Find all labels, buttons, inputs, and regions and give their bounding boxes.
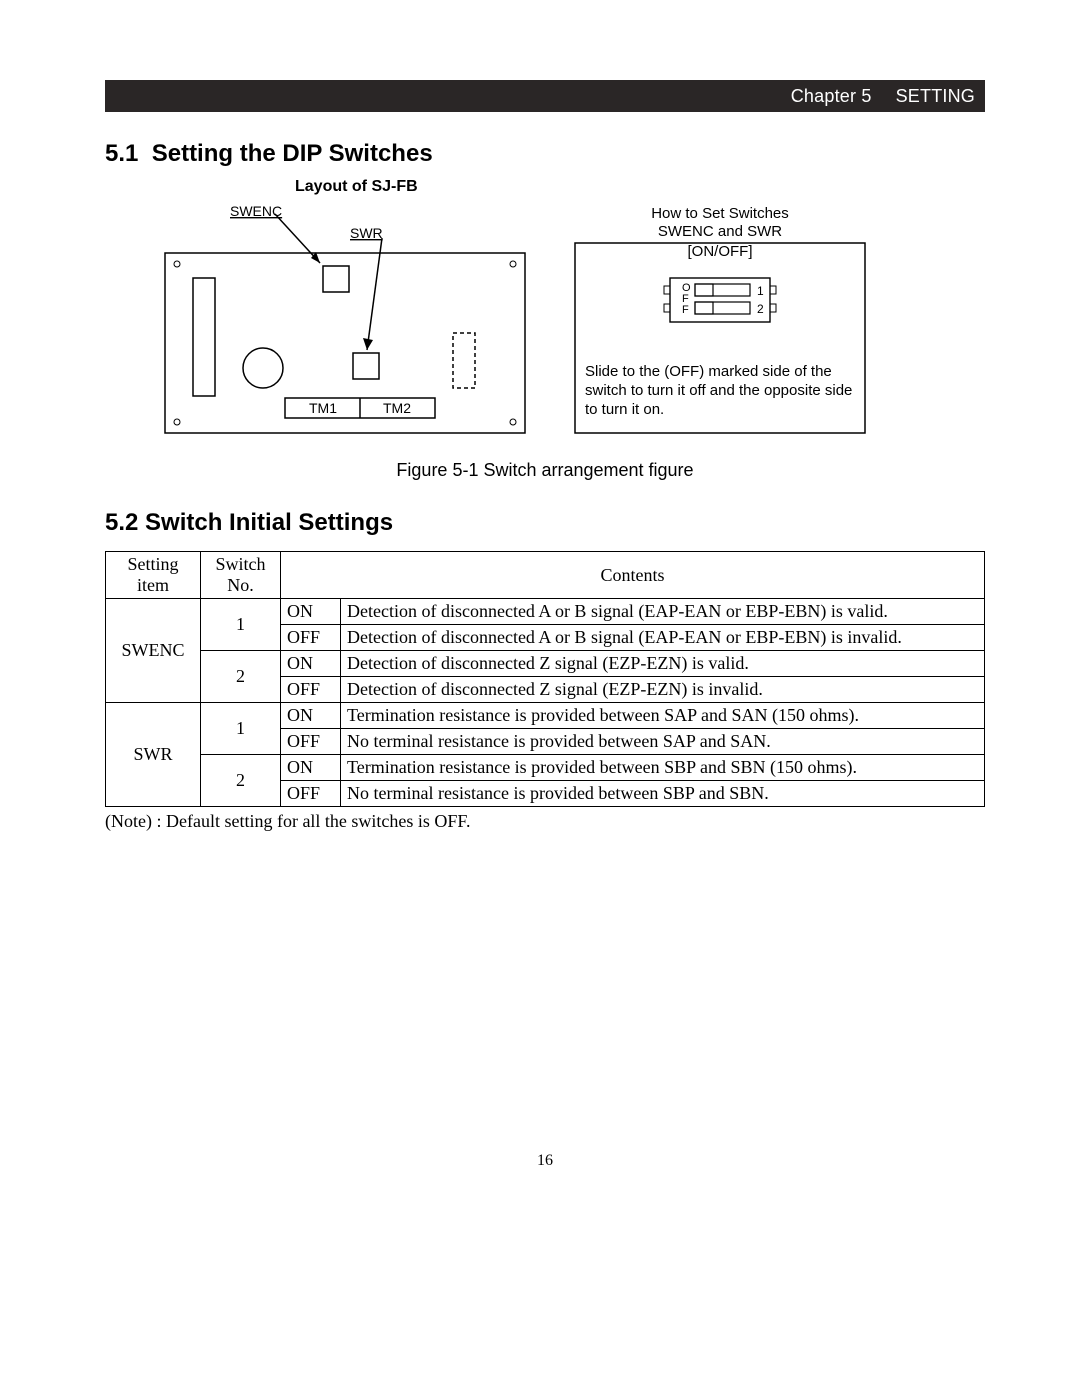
cell-r1-on: Detection of disconnected A or B signal … [341,599,985,625]
howto-l3: [ON/OFF] [688,243,753,260]
cell-swr-2: 2 [201,755,281,807]
cell-on: ON [281,703,341,729]
cell-off: OFF [281,625,341,651]
howto-l2: SWENC and SWR [658,223,782,240]
cell-r2-off: Detection of disconnected Z signal (EZP-… [341,677,985,703]
cell-off: OFF [281,781,341,807]
chapter-label: Chapter 5 [791,86,872,107]
figure-row: SWENC SWR TM1 [105,198,985,448]
th-setting-item: Setting item [106,552,201,599]
cell-on: ON [281,599,341,625]
chapter-title: SETTING [896,86,975,107]
cell-swenc-1: 1 [201,599,281,651]
howto-note: Slide to the (OFF) marked side of the sw… [585,363,855,419]
swenc-label: SWENC [230,203,282,219]
cell-r1-off: Detection of disconnected A or B signal … [341,625,985,651]
cell-swenc-2: 2 [201,651,281,703]
cell-off: OFF [281,729,341,755]
page-number: 16 [105,1152,985,1170]
cell-on: ON [281,755,341,781]
svg-text:1: 1 [757,284,764,298]
howto-l1: How to Set Switches [651,205,789,222]
th-contents: Contents [281,552,985,599]
cell-r2-on: Detection of disconnected Z signal (EZP-… [341,651,985,677]
page-header: Chapter 5 SETTING [105,80,985,112]
cell-on: ON [281,651,341,677]
table-note: (Note) : Default setting for all the swi… [105,811,985,832]
section-5-2-heading: 5.2 Switch Initial Settings [105,509,985,537]
tm2-label: TM2 [383,400,411,416]
tm1-label: TM1 [309,400,337,416]
th-switch-no: Switch No. [201,552,281,599]
cell-swr: SWR [106,703,201,807]
layout-title: Layout of SJ-FB [295,178,985,196]
board-layout-diagram: SWENC SWR TM1 [105,198,565,448]
figure-caption: Figure 5-1 Switch arrangement figure [105,460,985,481]
cell-swenc: SWENC [106,599,201,703]
cell-off: OFF [281,677,341,703]
cell-r3-on: Termination resistance is provided betwe… [341,703,985,729]
cell-r4-on: Termination resistance is provided betwe… [341,755,985,781]
section-5-1-heading: 5.1 Setting the DIP Switches [105,140,985,168]
cell-r4-off: No terminal resistance is provided betwe… [341,781,985,807]
howto-panel: How to Set Switches SWENC and SWR [ON/OF… [565,198,885,448]
svg-text:F: F [682,304,689,316]
cell-r3-off: No terminal resistance is provided betwe… [341,729,985,755]
svg-text:2: 2 [757,302,764,316]
settings-table: Setting item Switch No. Contents SWENC 1… [105,551,985,807]
cell-swr-1: 1 [201,703,281,755]
swr-label: SWR [350,225,383,241]
